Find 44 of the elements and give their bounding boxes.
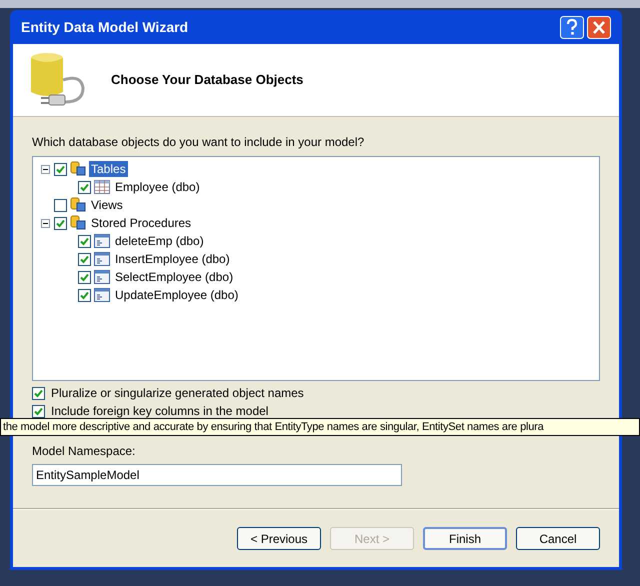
checkbox[interactable] [54,216,67,230]
tree-item[interactable]: Stored Procedures [89,215,194,231]
database-folder-icon [70,161,86,177]
prompt-label: Which database objects do you want to include in your model? [32,134,366,151]
checkbox[interactable] [32,386,45,400]
window-title: Entity Data Model Wizard [21,18,188,37]
namespace-label: Model Namespace: [32,443,136,460]
tree-item[interactable]: deleteEmp (dbo) [113,233,206,249]
tree-item[interactable]: InsertEmployee (dbo) [113,251,232,267]
checkbox[interactable] [78,180,91,194]
collapse-icon[interactable] [40,164,50,174]
tree-item[interactable]: Views [89,197,125,213]
collapse-icon[interactable] [40,218,50,228]
tooltip: the model more descriptive and accurate by ensuring that EntityType names are singular, EntitySet names are plura [0,418,640,436]
checkbox[interactable] [78,252,91,266]
checkbox[interactable] [54,162,67,176]
option-label: Pluralize or singularize generated object names [51,385,304,402]
dialog-button[interactable]: Cancel [516,527,600,550]
tree-item[interactable]: Tables [89,161,128,177]
checkbox[interactable] [78,234,91,248]
procedure-icon [94,252,110,266]
dialog-button[interactable]: Finish [423,527,507,550]
close-icon[interactable] [587,16,611,38]
checkbox[interactable] [78,288,91,302]
page-heading: Choose Your Database Objects [111,71,304,90]
procedure-icon [94,270,110,284]
procedure-icon [94,288,110,302]
checkbox[interactable] [54,198,67,212]
tree-item[interactable]: UpdateEmployee (dbo) [113,287,240,303]
dialog-button[interactable]: < Previous [237,527,321,550]
checkbox[interactable] [32,404,45,418]
database-folder-icon [70,197,86,213]
database-folder-icon [70,215,86,231]
table-icon [94,180,110,194]
option-label: Include foreign key columns in the model [51,403,268,420]
check-icon [80,182,89,192]
procedure-icon [94,234,110,248]
tree-item[interactable]: Employee (dbo) [113,179,202,195]
namespace-field[interactable]: EntitySampleModel [32,464,402,486]
help-icon[interactable] [560,16,584,38]
tree-item[interactable]: SelectEmployee (dbo) [113,269,236,285]
checkbox[interactable] [78,270,91,284]
check-icon [56,218,65,228]
check-icon [56,164,65,174]
